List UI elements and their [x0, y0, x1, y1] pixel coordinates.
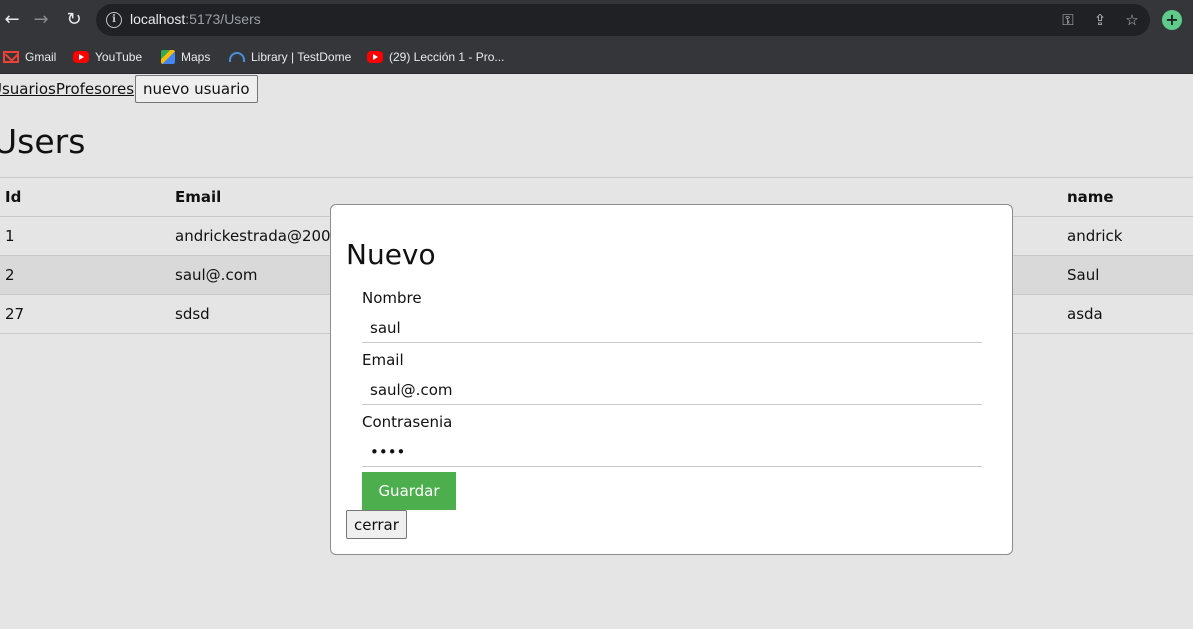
bookmark-maps[interactable]: Maps: [161, 48, 210, 66]
youtube-icon: [73, 51, 89, 63]
save-button[interactable]: Guardar: [362, 472, 456, 510]
url-host: localhost: [130, 11, 186, 27]
new-user-modal: Nuevo Nombre Email Contrasenia Guardar c…: [330, 204, 1013, 555]
forward-arrow-icon[interactable]: →: [29, 8, 53, 32]
modal-title: Nuevo: [346, 238, 436, 271]
url-path: :5173/Users: [185, 11, 261, 27]
bookmark-star-icon[interactable]: ☆: [1122, 10, 1142, 30]
column-header-id: Id: [0, 177, 170, 217]
share-icon[interactable]: ⇪: [1090, 10, 1110, 30]
name-label: Nombre: [362, 289, 422, 307]
bookmark-label: YouTube: [95, 50, 143, 64]
bookmark-library[interactable]: Library | TestDome: [229, 48, 351, 66]
youtube-icon: [367, 51, 383, 63]
nav-link-users[interactable]: Usuarios: [0, 80, 56, 98]
password-input[interactable]: [362, 437, 982, 467]
new-user-button[interactable]: nuevo usuario: [135, 75, 258, 103]
site-info-icon[interactable]: i: [106, 12, 122, 28]
bookmark-youtube[interactable]: YouTube: [73, 48, 142, 66]
address-bar[interactable]: i localhost:5173/Users ⚿ ⇪ ☆: [96, 4, 1150, 36]
cell-id: 2: [0, 255, 170, 295]
bookmark-gmail[interactable]: Gmail: [3, 48, 56, 66]
cell-name: Saul: [1062, 255, 1193, 295]
back-arrow-icon[interactable]: ←: [0, 8, 24, 32]
maps-icon: [161, 50, 175, 64]
library-icon: [229, 52, 245, 62]
bookmark-label: Gmail: [25, 50, 57, 64]
nav-link-teachers[interactable]: Profesores: [56, 80, 134, 98]
new-tab-plus-icon[interactable]: +: [1162, 10, 1182, 30]
gmail-icon: [3, 51, 19, 63]
email-input[interactable]: [362, 375, 982, 405]
close-button[interactable]: cerrar: [346, 510, 407, 539]
top-nav: UsuariosProfesores nuevo usuario: [0, 75, 258, 103]
url-text[interactable]: localhost:5173/Users: [130, 11, 261, 27]
name-input[interactable]: [362, 313, 982, 343]
bookmark-leccion[interactable]: (29) Lección 1 - Pro...: [367, 48, 504, 66]
cell-name: asda: [1062, 294, 1193, 334]
reload-icon[interactable]: ↻: [62, 8, 86, 32]
bookmark-label: Maps: [181, 50, 211, 64]
browser-toolbar: ← → ↻ i localhost:5173/Users ⚿ ⇪ ☆ +: [0, 0, 1193, 40]
bookmark-label: (29) Lección 1 - Pro...: [389, 50, 505, 64]
column-header-name: name: [1062, 177, 1193, 217]
bookmarks-bar: Gmail YouTube Maps Library | TestDome (2…: [0, 40, 1193, 74]
cell-name: andrick: [1062, 216, 1193, 256]
bookmark-label: Library | TestDome: [251, 50, 352, 64]
password-label: Contrasenia: [362, 413, 453, 431]
cell-id: 27: [0, 294, 170, 334]
page-title: Users: [0, 122, 86, 161]
cell-id: 1: [0, 216, 170, 256]
key-icon[interactable]: ⚿: [1058, 10, 1078, 30]
email-label: Email: [362, 351, 404, 369]
